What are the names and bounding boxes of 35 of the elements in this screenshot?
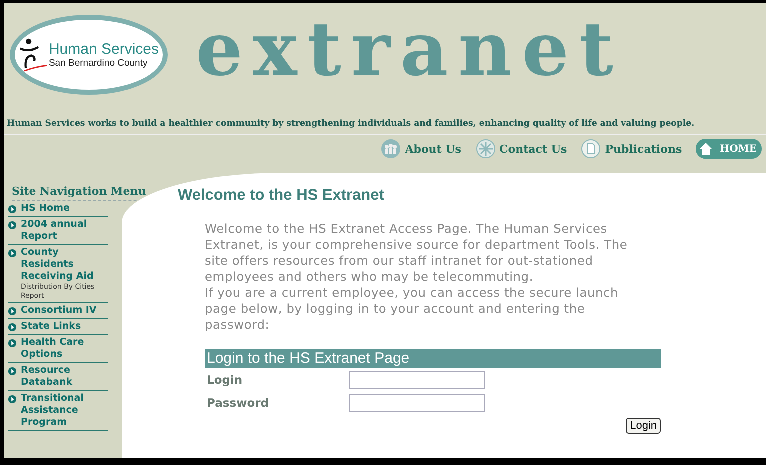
logo-title: Human Services <box>48 42 160 58</box>
sidebar-link[interactable]: County Residents Receiving Aid <box>21 247 108 283</box>
bullet-icon <box>8 307 17 316</box>
people-icon <box>381 139 402 159</box>
sidebar-link[interactable]: Transitional Assistance Program <box>21 393 108 429</box>
field-label: Password <box>206 396 270 410</box>
bullet-icon <box>8 395 17 404</box>
sidebar-link[interactable]: 2004 annual Report <box>21 219 108 243</box>
page-heading: Welcome to the HS Extranet <box>178 187 386 205</box>
sidebar-link[interactable]: HS Home <box>21 203 70 215</box>
sidebar-link[interactable]: Resource Databank <box>21 365 108 389</box>
bullet-icon <box>8 339 17 348</box>
asterisk-icon <box>476 139 496 159</box>
input-field[interactable] <box>349 394 485 412</box>
sidebar-link[interactable]: Health Care Options <box>21 337 108 361</box>
paragraph: Welcome to the HS Extranet Access Page. The Human Services Extranet, is your comprehensive source for department Tools. The site offers resources from our staff intranet for out-stationed employees and others who may be telecommuting. <box>205 221 629 285</box>
nav-link[interactable]: About Us <box>381 139 462 159</box>
bullet-icon <box>8 221 17 230</box>
field-label: Login <box>206 373 244 387</box>
login-button[interactable]: Login <box>626 418 661 434</box>
bullet-icon <box>8 367 17 376</box>
document-icon <box>581 139 602 159</box>
bullet-icon <box>8 323 17 332</box>
sidebar-link[interactable]: State Links <box>21 321 82 333</box>
logo-subtitle: San Bernardino County <box>48 58 149 68</box>
bullet-icon <box>8 249 17 258</box>
person-figure-icon <box>18 37 47 73</box>
input-field[interactable] <box>349 371 485 389</box>
nav-link[interactable]: Publications <box>581 139 682 159</box>
bullet-icon <box>8 205 17 214</box>
login-title-bar: Login to the HS Extranet Page <box>205 349 661 368</box>
sidebar-link[interactable]: Consortium IV <box>21 305 97 317</box>
paragraph: If you are a current employee, you can access the secure launch page below, by logging in to your account and entering the password: <box>205 285 620 333</box>
banner-title: extranet <box>196 13 624 87</box>
nav-link[interactable]: Contact Us <box>476 139 568 159</box>
